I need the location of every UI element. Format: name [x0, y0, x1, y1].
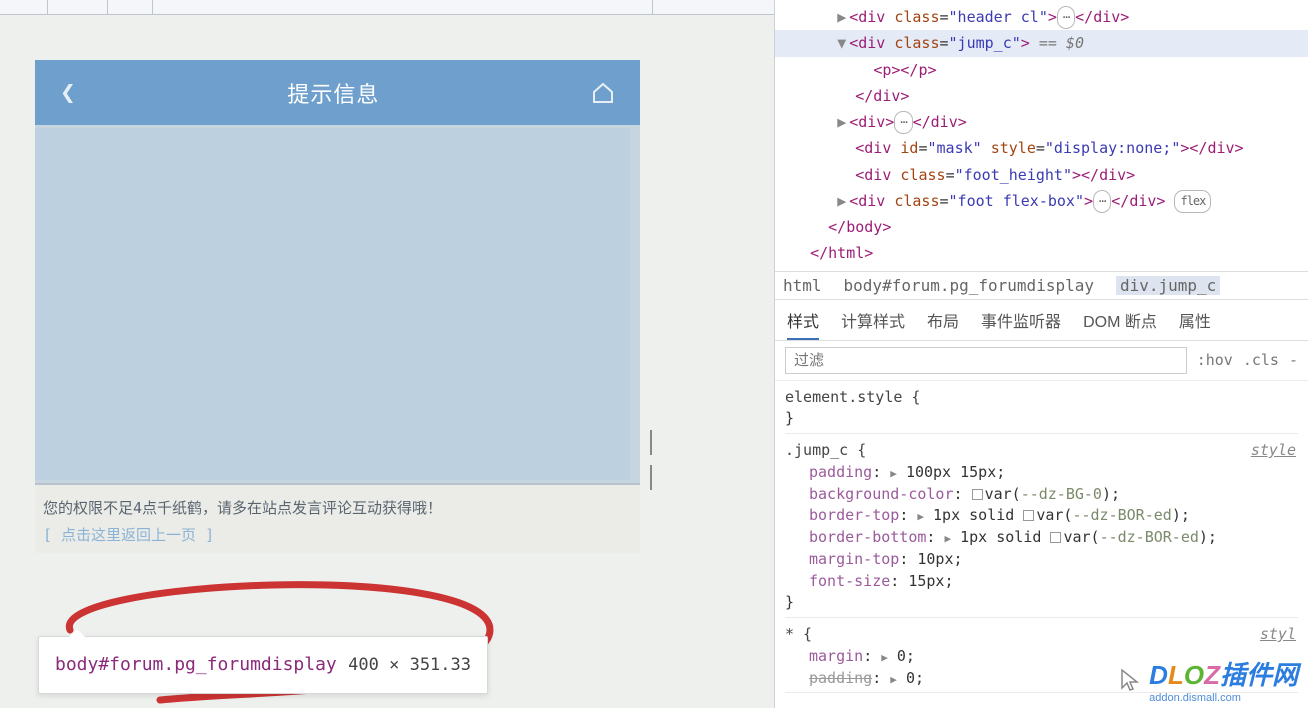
crumb-html[interactable]: html [783, 276, 822, 295]
message-back-link[interactable]: [ 点击这里返回上一页 ] [43, 524, 632, 545]
hov-button[interactable]: :hov [1197, 351, 1233, 369]
breadcrumb[interactable]: html body#forum.pg_forumdisplay div.jump… [775, 271, 1308, 300]
more-button[interactable]: - [1289, 351, 1298, 369]
phone-message: 您的权限不足4点千纸鹤，请多在站点发言评论互动获得哦！ [ 点击这里返回上一页 … [35, 485, 640, 553]
watermark: DLOZ插件网 addon.dismall.com [1119, 655, 1298, 704]
element-tooltip: body#forum.pg_forumdisplay 400 × 351.33 [38, 636, 488, 694]
source-link-2[interactable]: styl [1260, 624, 1296, 646]
rule-element-style: element.style { } [785, 387, 1298, 435]
filter-input[interactable] [785, 347, 1187, 374]
tab-computed[interactable]: 计算样式 [841, 308, 905, 340]
source-link[interactable]: style [1251, 440, 1296, 462]
phone-body [35, 125, 640, 485]
tab-properties[interactable]: 属性 [1179, 308, 1211, 340]
resize-handle[interactable] [650, 430, 656, 490]
tooltip-dimensions: 400 × 351.33 [348, 655, 471, 675]
devtools-pane: ▶<div class="header cl">⋯</div> ▼<div cl… [775, 0, 1308, 708]
home-icon[interactable] [591, 81, 615, 105]
dom-tree[interactable]: ▶<div class="header cl">⋯</div> ▼<div cl… [775, 0, 1308, 271]
back-icon[interactable]: ❮ [60, 78, 76, 108]
tooltip-selector: body#forum.pg_forumdisplay [55, 654, 338, 676]
phone-title: 提示信息 [287, 77, 379, 109]
rule-jump-c: style .jump_c { padding: ▶ 100px 15px; b… [785, 440, 1298, 618]
cursor-icon [1119, 668, 1143, 692]
tab-dom-breakpoints[interactable]: DOM 断点 [1083, 308, 1157, 340]
filter-row: :hov .cls - [775, 341, 1308, 381]
tab-layout[interactable]: 布局 [927, 308, 959, 340]
ruler [0, 0, 774, 15]
preview-pane: ❮ 提示信息 您的权限不足4点千纸鹤，请多在站点发言评论互动获得哦！ [ 点击这… [0, 0, 775, 708]
phone-header: ❮ 提示信息 [35, 60, 640, 125]
styles-tabs: 样式 计算样式 布局 事件监听器 DOM 断点 属性 [775, 300, 1308, 341]
tab-styles[interactable]: 样式 [787, 308, 819, 340]
crumb-body[interactable]: body#forum.pg_forumdisplay [844, 276, 1094, 295]
crumb-div[interactable]: div.jump_c [1116, 276, 1220, 295]
message-line-1: 您的权限不足4点千纸鹤，请多在站点发言评论互动获得哦！ [43, 497, 632, 518]
cls-button[interactable]: .cls [1243, 351, 1279, 369]
tab-listeners[interactable]: 事件监听器 [981, 308, 1061, 340]
phone-viewport: ❮ 提示信息 您的权限不足4点千纸鹤，请多在站点发言评论互动获得哦！ [ 点击这… [35, 60, 640, 553]
